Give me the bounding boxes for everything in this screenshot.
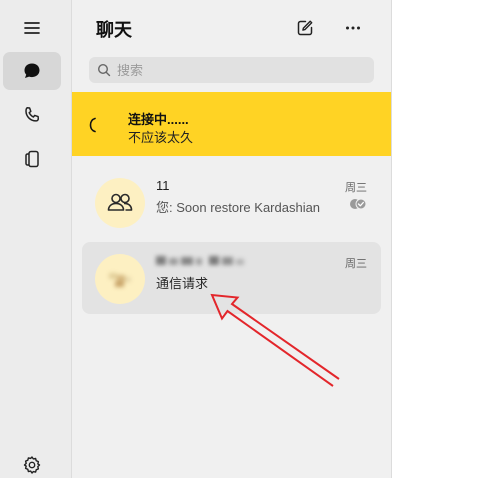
banner-subtitle: 不应该太久 [128,130,194,145]
chat-name: 11 [156,178,170,193]
chat-item[interactable]: 通信请求 周三 [82,242,381,314]
chat-last-message: 通信请求 [156,276,209,291]
chat-last-message: 您: Soon restore Kardashian [156,200,321,215]
nav-devices-button[interactable] [3,140,61,178]
page-title: 聊天 [96,20,132,40]
phone-icon [25,107,40,122]
chat-name-obscured [156,255,252,267]
chat-timestamp: 周三 [345,258,367,270]
search-bar [89,57,374,83]
banner-title: 连接中...... [128,112,189,127]
search-input[interactable] [117,62,357,78]
double-check-icon [350,198,367,210]
nav-calls-button[interactable] [3,96,61,134]
chat-timestamp: 周三 [345,182,367,194]
chat-bubble-icon [24,63,40,78]
moon-icon [89,117,96,133]
more-options-button[interactable] [340,15,366,41]
group-icon [107,193,133,211]
chat-list-panel: 聊天 连接中...... 不应该太久 [72,0,392,478]
nav-chats-button[interactable] [3,52,61,90]
menu-icon [24,22,40,34]
connection-status-banner: 连接中...... 不应该太久 [72,92,391,156]
new-chat-button[interactable] [292,15,318,41]
new-chat-icon [297,20,313,36]
menu-button[interactable] [3,9,61,47]
chat-item[interactable]: 11 您: Soon restore Kardashian 周三 [82,166,381,238]
avatar-obscured [105,267,135,291]
nav-rail [0,0,72,478]
devices-icon [25,150,39,168]
gear-icon [23,456,41,474]
avatar [95,178,145,228]
settings-button[interactable] [3,446,61,484]
avatar [95,254,145,304]
search-icon [97,63,111,77]
more-icon [346,26,360,30]
